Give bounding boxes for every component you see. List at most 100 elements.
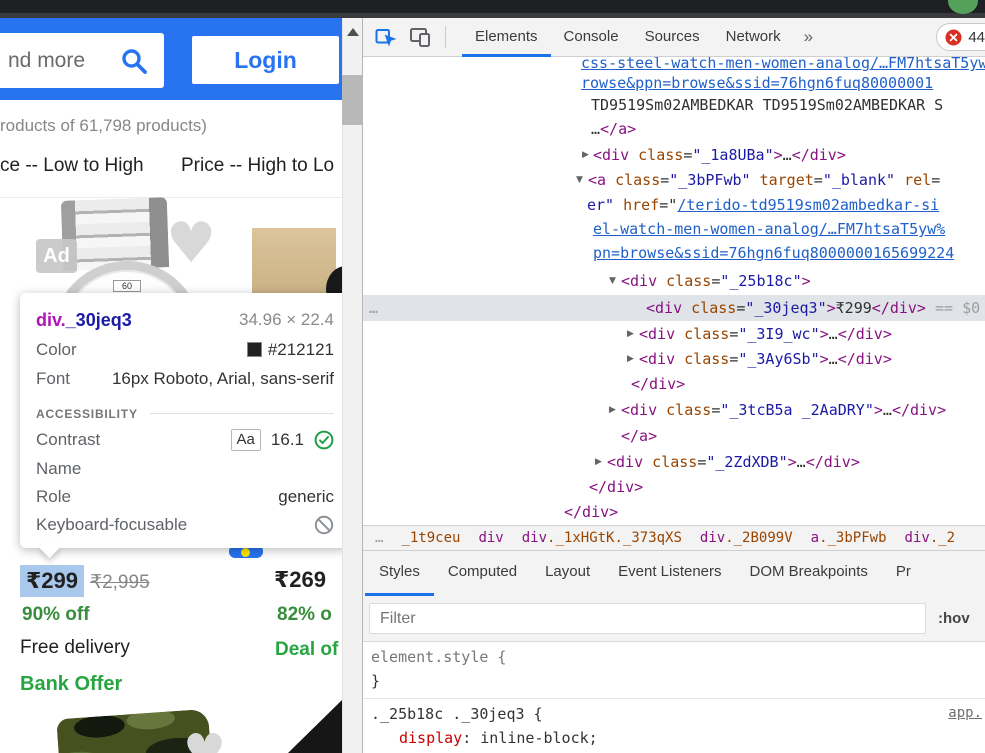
divider [0, 197, 342, 198]
breadcrumb-item[interactable]: div._1xHGtK._373qXS [522, 530, 682, 546]
dom-tree-row[interactable]: ▶ <div class="_3I9_wc">…</div> [363, 321, 985, 347]
scrollbar-up-arrow-icon[interactable] [347, 28, 359, 36]
css-source-link[interactable]: app. [948, 705, 982, 721]
tab-elements[interactable]: Elements [462, 18, 551, 57]
tab-computed[interactable]: Computed [434, 551, 531, 596]
tab-styles[interactable]: Styles [365, 551, 434, 596]
inspect-element-icon[interactable] [375, 26, 397, 48]
code-segment: > [787, 453, 797, 471]
sort-low-to-high[interactable]: ce -- Low to High [0, 155, 144, 177]
dom-tree-row[interactable]: … <div class="_30jeq3">₹299</div> == $0 [363, 295, 985, 321]
search-input-text: nd more [8, 48, 86, 72]
dom-tree-row[interactable]: ▶ <div class="_3tcB5a _2AaDRY">…</div> [363, 397, 985, 423]
tab-network[interactable]: Network [713, 18, 794, 57]
collapse-arrow-icon[interactable]: ▼ [576, 167, 583, 193]
tooltip-dimensions: 34.96 × 22.4 [238, 310, 334, 329]
collapse-arrow-icon[interactable]: ▼ [609, 268, 616, 294]
element-style-rule[interactable]: element.style { [371, 647, 506, 668]
sort-high-to-low[interactable]: Price -- High to Lo [181, 155, 334, 177]
tooltip-pointer [38, 536, 61, 559]
dom-tree-row[interactable]: el-watch-men-women-analog/…FM7htsaT5yw% [363, 216, 985, 242]
tab-dom-breakpoints[interactable]: DOM Breakpoints [736, 551, 882, 596]
code-segment: href [623, 196, 660, 214]
code-segment: "_3Ay6Sb" [738, 350, 820, 368]
code-segment: </div> [791, 146, 846, 164]
dom-tree-row[interactable]: </div> [363, 474, 985, 500]
search-input[interactable]: nd more [0, 33, 164, 88]
breadcrumb-item[interactable]: div._2B099V [700, 530, 793, 546]
toggle-element-state[interactable]: :hov [938, 596, 970, 641]
tab-console[interactable]: Console [551, 18, 632, 57]
product-image-2[interactable] [252, 228, 336, 300]
code-segment: = [931, 171, 941, 189]
css-rule-selector[interactable]: ._25b18c ._30jeq3 { [371, 704, 543, 725]
breadcrumb-item[interactable]: div._2 [905, 530, 956, 546]
dom-tree-row[interactable]: ▶ <div class="_3Ay6Sb">…</div> [363, 346, 985, 372]
code-segment: > [826, 299, 836, 317]
free-delivery-label: Free delivery [20, 637, 130, 658]
code-segment: er" [587, 196, 615, 214]
styles-filter-input[interactable] [369, 603, 926, 634]
login-button[interactable]: Login [192, 36, 339, 84]
product-image-watch[interactable] [60, 197, 170, 271]
breadcrumb-item[interactable]: … [375, 530, 383, 546]
code-segment: rel [904, 171, 932, 189]
search-icon[interactable] [120, 47, 148, 75]
code-segment: a [810, 530, 820, 546]
dom-tree-row[interactable]: </div> [363, 371, 985, 397]
price-original: ₹2,995 [90, 572, 150, 593]
code-segment: "_2ZdXDB" [706, 453, 788, 471]
expand-arrow-icon[interactable]: ▶ [609, 397, 616, 423]
code-segment: "_1a8UBa" [692, 146, 774, 164]
code-segment: ₹299 [835, 299, 872, 317]
tab-sources[interactable]: Sources [632, 18, 713, 57]
dom-tree-row[interactable]: </div> [363, 499, 985, 525]
css-property-display[interactable]: display: inline-block; [399, 728, 598, 749]
code-segment: = [736, 299, 746, 317]
browser-top-bar [0, 0, 985, 13]
devtools-panel: Elements Console Sources Network » 44 cs… [362, 18, 985, 753]
price-current: ₹299 [20, 565, 85, 597]
code-segment: </div> [871, 299, 926, 317]
dom-tree-row[interactable]: pn=browse&ssid=76hgn6fuq8000000165699224 [363, 240, 985, 266]
code-segment: … [375, 530, 384, 546]
wishlist-heart-icon[interactable]: ♥ [183, 728, 226, 753]
expand-arrow-icon[interactable]: ▶ [627, 346, 634, 372]
dom-tree-row[interactable]: ▶ <div class="_2ZdXDB">…</div> [363, 449, 985, 475]
expand-arrow-icon[interactable]: ▶ [627, 321, 634, 347]
expand-arrow-icon[interactable]: ▶ [582, 142, 589, 168]
page-scrollbar[interactable] [342, 18, 362, 753]
accessibility-header: ACCESSIBILITY [36, 402, 334, 425]
dom-tree-row[interactable]: </a> [363, 423, 985, 449]
error-badge[interactable]: 44 [936, 23, 985, 51]
code-segment: = [711, 272, 721, 290]
dom-tree-row[interactable]: er" href="/terido-td9519sm02ambedkar-si [363, 192, 985, 218]
dom-tree-row[interactable]: …</a> [363, 116, 985, 142]
more-tabs-icon[interactable]: » [804, 27, 813, 47]
dom-tree-row[interactable]: ▼ <div class="_25b18c"> [363, 268, 985, 294]
expand-arrow-icon[interactable]: ▶ [595, 449, 602, 475]
wishlist-heart-icon[interactable]: ♥ [166, 216, 216, 272]
row-hover-ellipsis-icon[interactable]: … [369, 295, 378, 321]
breadcrumb-item[interactable]: div [478, 530, 503, 546]
inspect-tooltip: div._30jeq3 34.96 × 22.4 Color #212121 F… [20, 293, 342, 559]
tab-event-listeners[interactable]: Event Listeners [604, 551, 735, 596]
code-segment: … [828, 350, 838, 368]
dom-tree-row[interactable]: ▶ <div class="_1a8UBa">…</div> [363, 142, 985, 168]
breadcrumb-item[interactable]: a._3bPFwb [811, 530, 887, 546]
code-segment: </div> [631, 375, 686, 393]
scrollbar-thumb[interactable] [342, 75, 362, 125]
device-toolbar-icon[interactable] [409, 26, 431, 48]
tooltip-element-name: div._30jeq3 [36, 309, 132, 330]
tab-layout[interactable]: Layout [531, 551, 604, 596]
code-segment: "_3bPFwb" [669, 171, 751, 189]
dom-tree-row[interactable]: TD9519Sm02AMBEDKAR TD9519Sm02AMBEDKAR S [363, 92, 985, 118]
dom-tree-row[interactable]: ▼ <a class="_3bPFwb" target="_blank" rel= [363, 167, 985, 193]
tooltip-keyboard-row: Keyboard-focusable [36, 511, 334, 539]
contrast-aa-chip: Aa [230, 429, 261, 451]
tab-properties[interactable]: Pr [882, 551, 925, 596]
styles-pane: element.style { } ._25b18c ._30jeq3 { ap… [363, 641, 985, 753]
breadcrumb-item[interactable]: _1t9ceu [401, 530, 460, 546]
code-segment: ._2B099V [725, 530, 793, 546]
